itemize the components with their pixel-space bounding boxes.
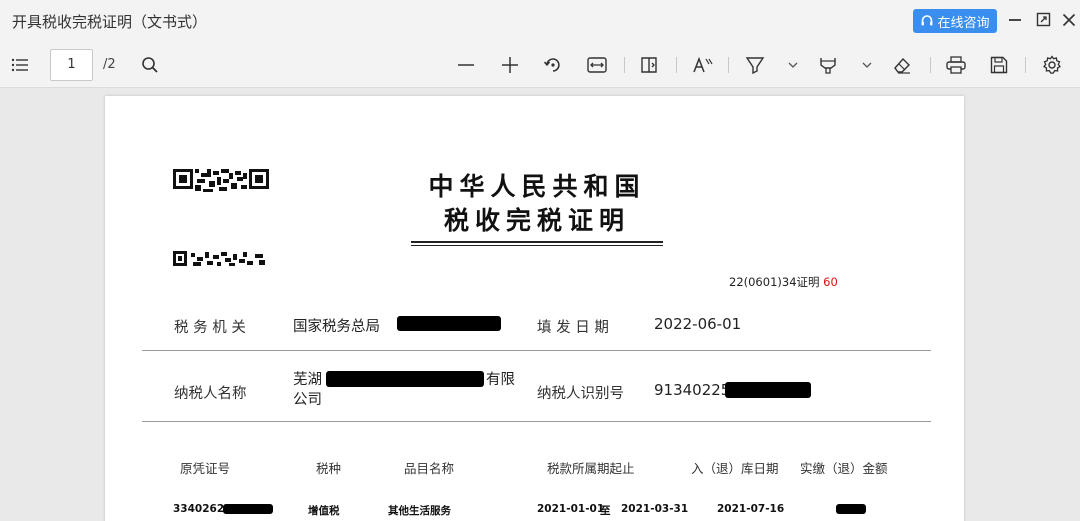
item-name-cell: 其他生活服务 [388, 505, 451, 517]
minimize-button[interactable] [1004, 9, 1026, 33]
chevron-down-icon [862, 61, 872, 69]
toolbar: 1 /2 [0, 42, 1080, 88]
tax-type-cell: 增值税 [308, 505, 340, 517]
printer-icon [946, 56, 966, 74]
maximize-icon [1036, 12, 1051, 31]
period-start-cell: 2021-01-01 [537, 503, 605, 515]
page-total: /2 [103, 57, 116, 72]
storage-date-cell: 2021-07-16 [717, 503, 785, 515]
gear-icon [1042, 55, 1062, 75]
rotate-icon [543, 55, 563, 75]
online-consult-label: 在线咨询 [937, 15, 990, 31]
redaction-mark [725, 382, 811, 398]
eraser-icon [892, 55, 912, 75]
minimize-icon [1008, 12, 1022, 31]
redaction-mark [836, 504, 866, 514]
document-title: 中华人民共和国 税收完税证明 [413, 170, 661, 238]
qr-code-bottom [173, 251, 265, 266]
eraser-button[interactable] [891, 54, 913, 76]
underline-tool-button[interactable] [817, 54, 839, 76]
minus-icon [457, 56, 475, 74]
fill-date-value: 2022-06-01 [654, 315, 742, 333]
maximize-button[interactable] [1032, 9, 1054, 33]
settings-button[interactable] [1041, 54, 1063, 76]
underline-options-dropdown[interactable] [856, 54, 878, 76]
redaction-mark [326, 371, 484, 387]
fit-width-icon [587, 57, 607, 73]
title-underline-thin [411, 245, 663, 246]
document-page: 中华人民共和国 税收完税证明 22(0601)34证明 60 税 务 机 关 国… [105, 96, 964, 521]
online-consult-button[interactable]: 在线咨询 [913, 9, 997, 33]
search-icon [141, 56, 159, 74]
taxpayer-name-label: 纳税人名称 [174, 386, 247, 402]
save-button[interactable] [988, 54, 1010, 76]
close-button[interactable] [1058, 9, 1080, 33]
fit-width-button[interactable] [586, 54, 608, 76]
column-header: 入（退）库日期 [691, 461, 779, 476]
column-header: 原凭证号 [180, 461, 231, 476]
text-font-icon [692, 56, 714, 74]
window-title: 开具税收完税证明（文书式） [12, 13, 208, 31]
column-header: 税种 [316, 461, 342, 476]
save-icon [990, 56, 1008, 74]
certificate-number: 22(0601)34证明 60 [729, 274, 838, 290]
taxpayer-name-line1-start: 芜湖 [293, 372, 322, 388]
divider-line [142, 421, 931, 422]
page-number-input[interactable]: 1 [50, 49, 93, 81]
tax-authority-label: 税 务 机 关 [174, 320, 246, 336]
redaction-mark [397, 316, 501, 331]
document-title-line1: 中华人民共和国 [428, 172, 646, 201]
text-tool-button[interactable] [692, 54, 714, 76]
rotate-button[interactable] [542, 54, 564, 76]
redaction-mark [223, 504, 273, 514]
search-button[interactable] [139, 54, 161, 76]
title-underline [411, 241, 663, 243]
headset-icon [920, 14, 934, 28]
period-end-cell: 2021-03-31 [621, 503, 689, 515]
highlight-tool-button[interactable] [744, 54, 766, 76]
page-view-icon [639, 56, 659, 74]
document-title-line2: 税收完税证明 [443, 206, 630, 235]
divider-line [142, 350, 931, 351]
toolbar-divider [676, 57, 677, 73]
close-icon [1062, 12, 1076, 31]
column-header: 品目名称 [404, 461, 455, 476]
toolbar-divider [1025, 57, 1026, 73]
taxpayer-name-line1-end: 有限 [486, 372, 515, 388]
plus-icon [501, 56, 519, 74]
highlight-options-dropdown[interactable] [782, 54, 804, 76]
toolbar-divider [930, 57, 931, 73]
tax-authority-value: 国家税务总局 [293, 319, 380, 335]
fill-date-label: 填 发 日 期 [537, 320, 609, 336]
document-viewer[interactable]: 中华人民共和国 税收完税证明 22(0601)34证明 60 税 务 机 关 国… [0, 88, 1080, 521]
title-bar: 开具税收完税证明（文书式） 在线咨询 [0, 0, 1080, 42]
period-to-cell: 至 [600, 505, 611, 517]
highlighter-icon [745, 55, 765, 75]
column-header: 税款所属期起止 [547, 461, 635, 476]
zoom-out-button[interactable] [455, 54, 477, 76]
taxpayer-name-line2: 公司 [293, 392, 322, 408]
outline-button[interactable] [9, 54, 31, 76]
chevron-down-icon [788, 61, 798, 69]
toolbar-divider [624, 57, 625, 73]
toolbar-divider [728, 57, 729, 73]
certificate-number-red: 60 [823, 275, 838, 289]
qr-code-top [173, 169, 269, 192]
print-button[interactable] [945, 54, 967, 76]
marker-icon [818, 55, 838, 75]
taxpayer-id-value: 91340225 [654, 381, 731, 399]
certificate-number-text: 22(0601)34证明 [729, 275, 820, 289]
zoom-in-button[interactable] [499, 54, 521, 76]
column-header: 实缴（退）金额 [800, 461, 888, 476]
page-view-button[interactable] [638, 54, 660, 76]
taxpayer-id-label: 纳税人识别号 [537, 386, 624, 402]
list-icon [11, 58, 29, 72]
